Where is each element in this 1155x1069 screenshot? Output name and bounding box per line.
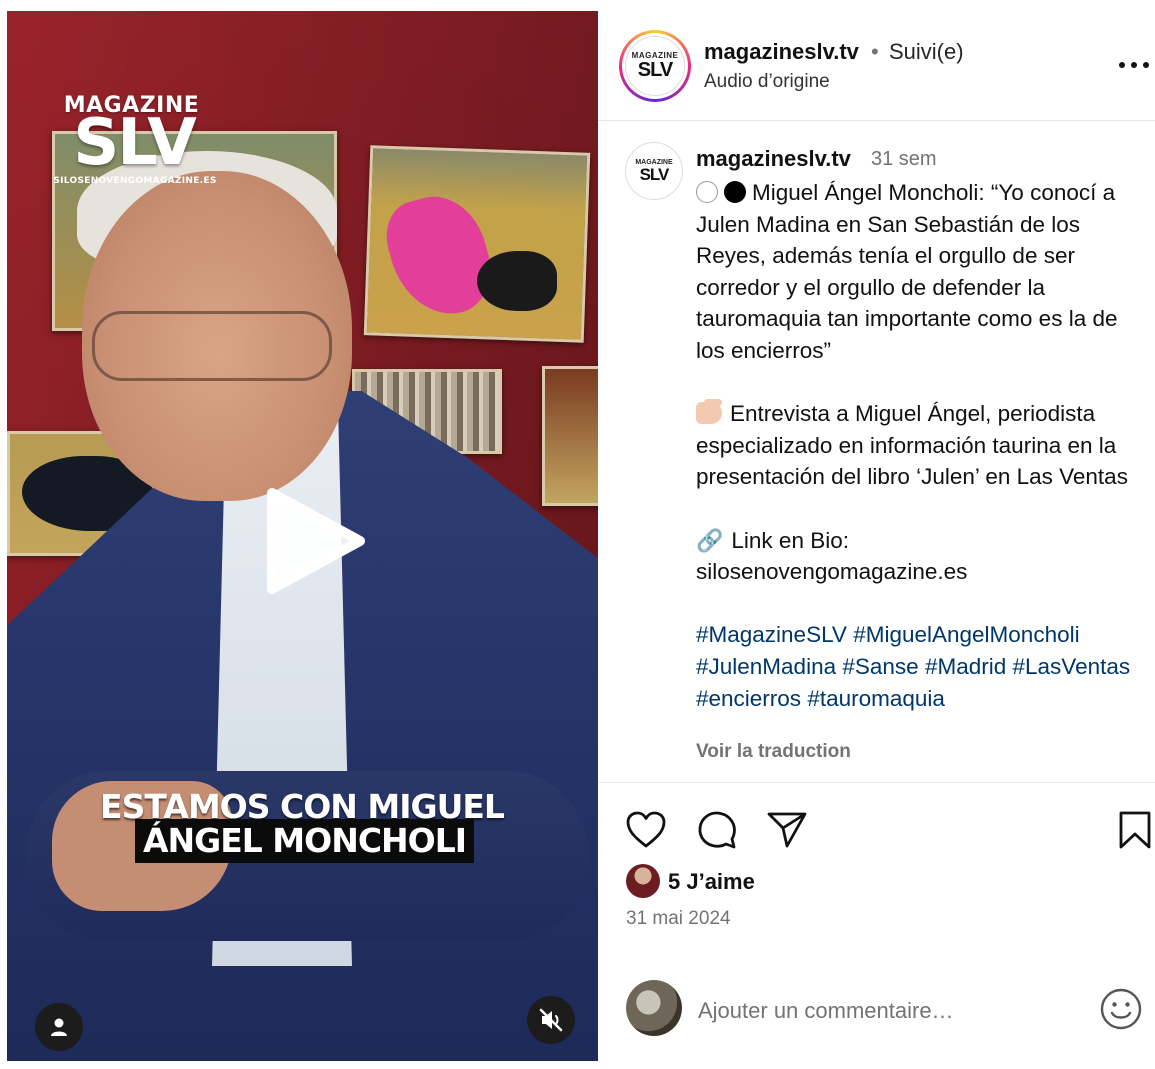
caption-paragraph-2: Entrevista a Miguel Ángel, periodista es… xyxy=(696,398,1136,493)
tagged-users-button[interactable] xyxy=(35,1003,83,1051)
hashtag-link[interactable]: #MagazineSLV xyxy=(696,622,847,647)
heart-icon xyxy=(626,811,666,848)
caption-avatar-main: SLV xyxy=(639,165,670,184)
divider xyxy=(598,782,1155,783)
header-separator: • xyxy=(871,39,879,64)
hashtag-link[interactable]: #tauromaquia xyxy=(807,686,945,711)
caption-quote: Miguel Ángel Moncholi: “Yo conocí a Jule… xyxy=(696,180,1118,363)
post-panel: MAGAZINE SLV magazineslv.tv • Suivi(e) A… xyxy=(598,11,1155,1061)
post-date[interactable]: 31 mai 2024 xyxy=(626,908,731,930)
bull-figure xyxy=(477,251,557,311)
caption-hashtags: #MagazineSLV #MiguelAngelMoncholi #Julen… xyxy=(696,619,1136,714)
watermark-url: SILOSENOVENGOMAGAZINE.ES xyxy=(53,176,217,186)
header-username[interactable]: magazineslv.tv xyxy=(704,39,859,65)
save-button[interactable] xyxy=(1113,808,1155,852)
speaker-muted-icon xyxy=(539,1008,563,1032)
comment-input[interactable] xyxy=(698,991,1078,1031)
send-icon xyxy=(767,812,807,848)
post-header: MAGAZINE SLV magazineslv.tv • Suivi(e) A… xyxy=(598,11,1155,121)
black-circle-icon xyxy=(724,181,746,203)
hashtag-link[interactable]: #Madrid xyxy=(925,654,1006,679)
more-options-icon[interactable] xyxy=(1116,53,1152,77)
wall-photo xyxy=(542,366,598,506)
liker-avatar[interactable] xyxy=(626,864,660,898)
caption-paragraph-3: 🔗 Link en Bio: silosenovengomagazine.es xyxy=(696,525,1136,588)
likes-count[interactable]: 5 J’aime xyxy=(668,869,755,895)
like-button[interactable] xyxy=(624,808,668,852)
comment-button[interactable] xyxy=(695,808,739,852)
caption-interview: Entrevista a Miguel Ángel, periodista es… xyxy=(696,401,1128,490)
hashtag-link[interactable]: #Sanse xyxy=(842,654,918,679)
caption-text: Miguel Ángel Moncholi: “Yo conocí a Jule… xyxy=(696,177,1136,714)
caption-link-url: silosenovengomagazine.es xyxy=(696,559,968,585)
video-player[interactable]: MAGAZINE SLV SILOSENOVENGOMAGAZINE.ES ES… xyxy=(7,11,598,1061)
white-circle-icon xyxy=(696,181,718,203)
audio-link[interactable]: Audio d’origine xyxy=(704,71,830,93)
caption-username[interactable]: magazineslv.tv xyxy=(696,146,851,172)
hashtag-link[interactable]: #JulenMadina xyxy=(696,654,836,679)
hashtag-link[interactable]: #MiguelAngelMoncholi xyxy=(853,622,1079,647)
play-icon[interactable] xyxy=(252,481,372,601)
current-user-avatar xyxy=(626,980,682,1036)
avatar-logo-main: SLV xyxy=(637,59,673,81)
follow-status-button[interactable]: Suivi(e) xyxy=(889,39,964,65)
comment-icon xyxy=(698,811,736,849)
video-caption-line2: ÁNGEL MONCHOLI xyxy=(135,819,475,863)
caption-time[interactable]: 31 sem xyxy=(871,148,937,171)
man-glasses xyxy=(92,311,332,381)
hashtag-link[interactable]: #LasVentas xyxy=(1013,654,1131,679)
caption-link-prefix: Link en Bio: xyxy=(731,527,849,553)
watermark-slv: SLV xyxy=(73,106,197,180)
share-button[interactable] xyxy=(765,808,809,852)
mute-button[interactable] xyxy=(527,996,575,1044)
hashtag-link[interactable]: #encierros xyxy=(696,686,801,711)
profile-avatar[interactable]: MAGAZINE SLV xyxy=(619,30,691,102)
emoji-icon[interactable] xyxy=(1098,986,1144,1032)
pointing-hand-icon xyxy=(696,399,722,425)
caption-avatar[interactable]: MAGAZINE SLV xyxy=(625,142,683,200)
user-icon xyxy=(51,1018,67,1036)
see-translation-button[interactable]: Voir la traduction xyxy=(696,741,851,763)
bookmark-icon xyxy=(1119,811,1151,849)
caption-paragraph-1: Miguel Ángel Moncholi: “Yo conocí a Jule… xyxy=(696,177,1136,367)
link-icon: 🔗 xyxy=(696,527,724,553)
